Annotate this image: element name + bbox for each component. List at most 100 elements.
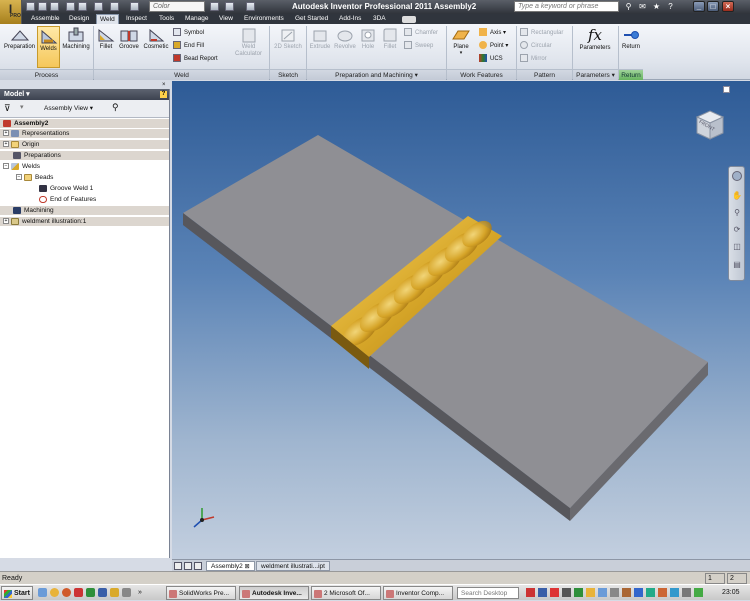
minimize-button[interactable]: _ <box>693 1 705 12</box>
cascade-icon[interactable] <box>194 562 202 570</box>
look-at-icon[interactable]: ◫ <box>732 242 742 252</box>
ucs-button[interactable]: UCS <box>479 54 503 64</box>
binoculars-icon[interactable]: ⚲ <box>624 2 633 11</box>
end-fill-button[interactable]: End Fill <box>173 41 204 51</box>
taskbar-item-solidworks[interactable]: SolidWorks Pre... <box>166 586 236 600</box>
tree-node-representations[interactable]: + Representations <box>0 129 169 138</box>
tray-icon[interactable] <box>634 588 643 597</box>
preparation-button[interactable]: Preparation <box>3 27 36 67</box>
tree-node-machining[interactable]: Machining <box>0 206 169 215</box>
taskbar-item-inventor-comp[interactable]: Inventor Comp... <box>383 586 453 600</box>
open-icon[interactable] <box>38 2 47 11</box>
taskbar-item-inventor[interactable]: Autodesk Inve... <box>239 586 309 600</box>
mirror-button[interactable]: Mirror <box>520 54 547 64</box>
collapse-icon[interactable]: − <box>3 163 9 170</box>
chamfer-button[interactable]: Chamfer <box>404 28 438 38</box>
tray-icon[interactable] <box>610 588 619 597</box>
fillet-feature-button[interactable]: Fillet <box>380 27 400 67</box>
tree-node-groove-weld[interactable]: Groove Weld 1 <box>0 184 169 193</box>
expand-icon[interactable]: + <box>3 130 9 137</box>
tab-manage[interactable]: Manage <box>185 14 209 24</box>
tray-icon[interactable] <box>658 588 667 597</box>
doc-tab-close-icon[interactable]: ⊠ <box>245 564 250 570</box>
orbit-icon[interactable]: ⟳ <box>732 225 742 235</box>
groove-weld-button[interactable]: Groove <box>118 27 140 67</box>
subscription-icon[interactable]: ✉ <box>638 2 647 11</box>
tab-assemble[interactable]: Assemble <box>31 14 60 24</box>
tray-icon[interactable] <box>526 588 535 597</box>
new-icon[interactable] <box>26 2 35 11</box>
quick-launch-icon[interactable] <box>50 588 59 597</box>
tree-node-beads[interactable]: − Beads <box>0 173 169 182</box>
welds-button[interactable]: Welds <box>37 26 60 68</box>
tab-add-ins[interactable]: Add-Ins <box>339 14 361 24</box>
desktop-search-input[interactable]: Search Desktop <box>457 587 519 599</box>
quick-launch-icon[interactable] <box>110 588 119 597</box>
sweep-button[interactable]: Sweep <box>404 41 433 51</box>
quick-launch-icon[interactable] <box>38 588 47 597</box>
browser-help-icon[interactable]: ? <box>160 91 167 98</box>
steering-wheel-icon[interactable] <box>732 171 742 181</box>
quick-launch-icon[interactable] <box>98 588 107 597</box>
tab-inspect[interactable]: Inspect <box>126 14 147 24</box>
tab-view[interactable]: View <box>219 14 233 24</box>
maximize-button[interactable]: □ <box>707 1 719 12</box>
measure-icon[interactable] <box>225 2 234 11</box>
help-search-input[interactable]: Type a keyword or phrase <box>514 1 619 12</box>
application-menu-button[interactable]: I PRO <box>0 0 22 24</box>
cosmetic-weld-button[interactable]: Cosmetic <box>142 27 170 67</box>
close-button[interactable]: × <box>722 1 734 12</box>
doc-tab-assembly2[interactable]: Assembly2 ⊠ <box>206 561 255 571</box>
zoom-icon[interactable]: ⚲ <box>732 208 742 218</box>
rectangular-pattern-button[interactable]: Rectangular <box>520 28 563 38</box>
fx-icon[interactable] <box>210 2 219 11</box>
plane-button[interactable]: Plane ▾ <box>449 27 473 67</box>
filter-icon[interactable]: ⊽ <box>4 103 11 114</box>
weldment-model[interactable] <box>172 81 750 560</box>
tray-icon[interactable] <box>598 588 607 597</box>
tab-get-started[interactable]: Get Started <box>295 14 328 24</box>
return-button[interactable]: Return <box>620 27 642 67</box>
tray-icon[interactable] <box>646 588 655 597</box>
2d-sketch-button[interactable]: 2D Sketch <box>272 27 304 67</box>
help-icon[interactable]: ? <box>666 2 675 11</box>
color-dropdown[interactable]: Color <box>149 1 205 12</box>
tree-node-end-of-features[interactable]: End of Features <box>0 195 169 204</box>
quick-launch-icon[interactable] <box>74 588 83 597</box>
parameters-panel-label[interactable]: Parameters ▾ <box>573 69 618 80</box>
tab-tools[interactable]: Tools <box>159 14 174 24</box>
tree-node-origin[interactable]: + Origin <box>0 140 169 149</box>
tray-icon[interactable] <box>550 588 559 597</box>
bead-report-button[interactable]: Bead Report <box>173 54 218 64</box>
tab-3da[interactable]: 3DA <box>373 14 386 24</box>
machining-button[interactable]: Machining <box>61 27 91 67</box>
update-icon[interactable] <box>130 2 139 11</box>
tray-icon[interactable] <box>682 588 691 597</box>
start-button[interactable]: Start <box>1 586 33 600</box>
tree-node-welds[interactable]: − Welds <box>0 162 169 171</box>
doc-tab-weldment[interactable]: weldment illustrati...ipt <box>256 561 330 571</box>
browser-header[interactable]: Model ▾ ? <box>0 89 169 100</box>
tray-icon[interactable] <box>694 588 703 597</box>
circular-pattern-button[interactable]: Circular <box>520 41 552 51</box>
tray-icon[interactable] <box>622 588 631 597</box>
quick-launch-more-icon[interactable]: » <box>138 588 142 597</box>
weld-calculator-button[interactable]: Weld Calculator <box>230 27 267 67</box>
undo-icon[interactable] <box>66 2 75 11</box>
tab-design[interactable]: Design <box>69 14 89 24</box>
find-icon[interactable]: ⚲ <box>112 102 119 113</box>
quick-launch-icon[interactable] <box>86 588 95 597</box>
point-button[interactable]: Point ▾ <box>479 41 508 51</box>
expand-icon[interactable]: + <box>3 141 9 148</box>
symbol-button[interactable]: Symbol <box>173 28 204 38</box>
browser-close-icon[interactable]: × <box>162 82 168 88</box>
tray-icon[interactable] <box>562 588 571 597</box>
pan-icon[interactable]: ✋ <box>732 191 742 201</box>
view-dropdown[interactable]: Assembly View ▾ <box>44 104 93 112</box>
fillet-weld-button[interactable]: Fillet <box>96 27 116 67</box>
tree-node-preparations[interactable]: Preparations <box>0 151 169 160</box>
taskbar-item-office[interactable]: 2 Microsoft Of... <box>311 586 381 600</box>
tab-overflow-icon[interactable] <box>402 16 416 23</box>
hole-button[interactable]: Hole <box>359 27 377 67</box>
extrude-button[interactable]: Extrude <box>308 27 332 67</box>
